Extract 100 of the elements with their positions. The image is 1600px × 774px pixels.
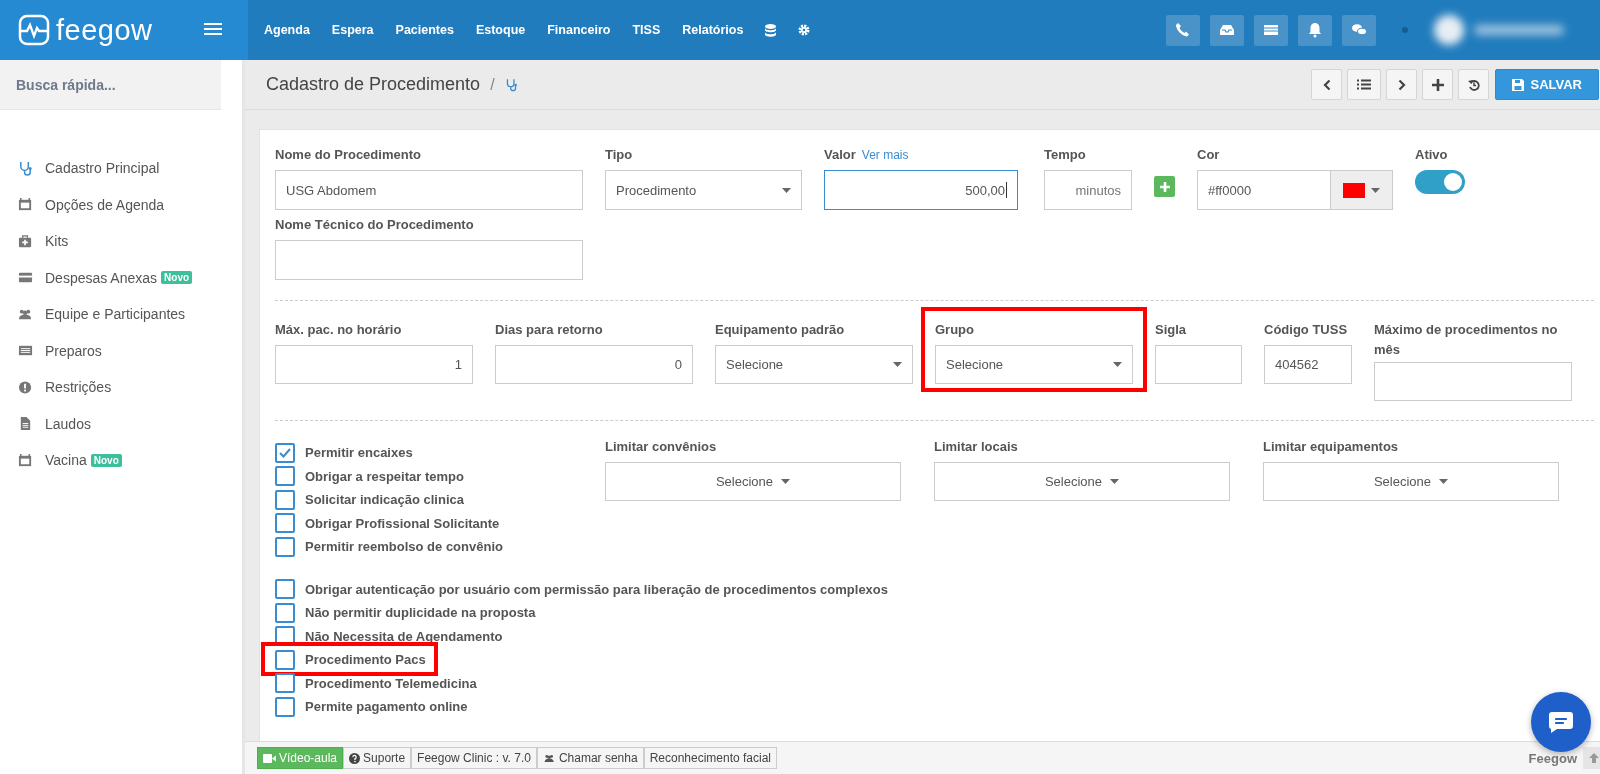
nav-link[interactable]: TISS bbox=[632, 23, 661, 37]
field-label: Equipamento padrão bbox=[715, 321, 846, 339]
field-label: Nome Técnico do Procedimento bbox=[275, 216, 475, 234]
checkbox[interactable] bbox=[275, 466, 295, 487]
scroll-top-button[interactable] bbox=[1583, 747, 1600, 769]
list-button[interactable] bbox=[1347, 69, 1382, 100]
field-label: Dias para retorno bbox=[495, 321, 604, 339]
sidebar-item[interactable]: Laudos bbox=[45, 415, 91, 432]
settings-icon[interactable] bbox=[798, 24, 811, 36]
checkbox[interactable] bbox=[275, 579, 295, 600]
nav-link[interactable]: Estoque bbox=[475, 23, 526, 37]
plus-icon bbox=[1431, 78, 1444, 91]
new-badge: Novo bbox=[90, 453, 122, 467]
plus-icon bbox=[1159, 181, 1170, 192]
footer-brand: Feegow bbox=[1528, 750, 1577, 766]
input-field[interactable]: 404562 bbox=[1264, 345, 1352, 384]
page-title: Cadastro de Procedimento bbox=[266, 74, 481, 95]
logo-icon bbox=[18, 14, 50, 46]
input-field[interactable]: 1 bbox=[275, 345, 473, 384]
menu-icon[interactable] bbox=[204, 22, 222, 36]
select-field[interactable]: Selecione bbox=[935, 345, 1133, 384]
multiselect-dropdown[interactable]: Selecione bbox=[1263, 462, 1559, 501]
sidebar-item[interactable]: Restrições bbox=[45, 379, 112, 396]
footer-button[interactable]: Feegow Clinic : v. 7.0 bbox=[411, 747, 537, 769]
checkbox-label: Obrigar autenticação por usuário com permissão para liberação de procedimentos complexos bbox=[305, 581, 888, 597]
inbox-icon bbox=[1219, 22, 1235, 38]
nav-link[interactable]: Financeiro bbox=[547, 23, 611, 37]
input-field[interactable]: USG Abdomem bbox=[275, 170, 583, 210]
add-button[interactable] bbox=[1422, 69, 1454, 100]
multiselect-dropdown[interactable]: Selecione bbox=[934, 462, 1230, 501]
select-field[interactable]: Procedimento bbox=[605, 170, 802, 210]
toolbar-button[interactable] bbox=[1342, 14, 1376, 46]
list-icon bbox=[1263, 22, 1279, 38]
sidebar-item[interactable]: Vacina bbox=[45, 452, 87, 469]
sidebar-item[interactable]: Equipe e Participantes bbox=[45, 306, 186, 323]
checkbox-label: Solicitar indicação clinica bbox=[305, 492, 464, 508]
field-label: Grupo bbox=[935, 321, 975, 339]
nav-link[interactable]: Espera bbox=[331, 23, 374, 37]
input-field[interactable] bbox=[1374, 362, 1572, 401]
multiselect-dropdown[interactable]: Selecione bbox=[605, 462, 901, 501]
quick-search-field[interactable]: Busca rápida... bbox=[0, 60, 221, 110]
caret-icon bbox=[1113, 362, 1122, 367]
checkbox[interactable] bbox=[275, 602, 295, 623]
caret-icon bbox=[782, 187, 791, 193]
toolbar-button[interactable] bbox=[1254, 14, 1288, 46]
input-field[interactable]: 500,00 bbox=[824, 170, 1018, 210]
checkbox-label: Não Necessita de Agendamento bbox=[305, 628, 503, 644]
checkbox[interactable] bbox=[275, 442, 295, 463]
toolbar-button[interactable] bbox=[1298, 14, 1332, 46]
input-field[interactable] bbox=[1155, 345, 1242, 384]
checkbox[interactable] bbox=[275, 513, 295, 534]
input-field[interactable]: 0 bbox=[495, 345, 693, 384]
input-field[interactable] bbox=[275, 240, 583, 280]
toggle-switch[interactable] bbox=[1415, 170, 1465, 194]
input-field[interactable]: minutos bbox=[1044, 170, 1132, 210]
field-label: Máx. pac. no horário bbox=[275, 321, 403, 339]
history-button[interactable] bbox=[1458, 69, 1490, 100]
footer-button[interactable]: Suporte bbox=[343, 747, 412, 769]
field-label: Nome do Procedimento bbox=[275, 146, 422, 164]
color-picker-button[interactable] bbox=[1331, 170, 1393, 210]
toolbar-button[interactable] bbox=[1210, 14, 1244, 46]
nav-link[interactable]: Relatórios bbox=[682, 23, 744, 37]
sidebar-item[interactable]: Kits bbox=[45, 233, 69, 250]
checkbox-label: Permitir reembolso de convênio bbox=[305, 539, 503, 555]
field-label: Sigla bbox=[1155, 321, 1188, 339]
input-field[interactable]: #ff0000 bbox=[1197, 170, 1331, 210]
footer-button[interactable]: Reconhecimento facial bbox=[643, 747, 778, 769]
sidebar-item[interactable]: Cadastro Principal bbox=[45, 160, 160, 177]
footer-button[interactable]: Chamar senha bbox=[536, 747, 644, 769]
select-field[interactable]: Selecione bbox=[715, 345, 913, 384]
sidebar-item[interactable]: Preparos bbox=[45, 342, 102, 359]
caret-icon bbox=[1110, 479, 1120, 484]
see-more-link[interactable]: Ver mais bbox=[861, 148, 909, 162]
sidebar-item[interactable]: Despesas Anexas bbox=[45, 269, 158, 286]
stethoscope-icon bbox=[504, 77, 518, 92]
database-icon[interactable] bbox=[765, 23, 777, 37]
nav-link[interactable]: Pacientes bbox=[395, 23, 454, 37]
checkbox[interactable] bbox=[275, 489, 295, 510]
history-icon bbox=[1467, 78, 1480, 91]
field-label: Ativo bbox=[1415, 146, 1449, 164]
caret-icon bbox=[1439, 479, 1449, 484]
field-label: Tempo bbox=[1044, 146, 1087, 164]
checkbox-label: Permitir encaixes bbox=[305, 445, 413, 461]
checkbox[interactable] bbox=[275, 696, 295, 717]
checkbox[interactable] bbox=[275, 536, 295, 557]
checkbox-label: Não permitir duplicidade na proposta bbox=[305, 605, 536, 621]
next-button[interactable] bbox=[1386, 69, 1418, 100]
checkbox[interactable] bbox=[275, 649, 295, 670]
checkbox-label: Obrigar a respeitar tempo bbox=[305, 468, 464, 484]
chevron-right-icon bbox=[1397, 78, 1406, 91]
field-label: Código TUSS bbox=[1264, 321, 1349, 339]
previous-button[interactable] bbox=[1311, 69, 1343, 100]
field-label: Máximo de procedimentos no mês bbox=[1374, 321, 1559, 356]
chevron-left-icon bbox=[1322, 78, 1331, 91]
chat-icon bbox=[1548, 711, 1574, 733]
checkbox[interactable] bbox=[275, 673, 295, 694]
sidebar-item[interactable]: Opções de Agenda bbox=[45, 196, 165, 213]
nav-link[interactable]: Agenda bbox=[264, 23, 310, 37]
toolbar-button[interactable] bbox=[1166, 14, 1200, 46]
new-badge: Novo bbox=[161, 271, 193, 285]
